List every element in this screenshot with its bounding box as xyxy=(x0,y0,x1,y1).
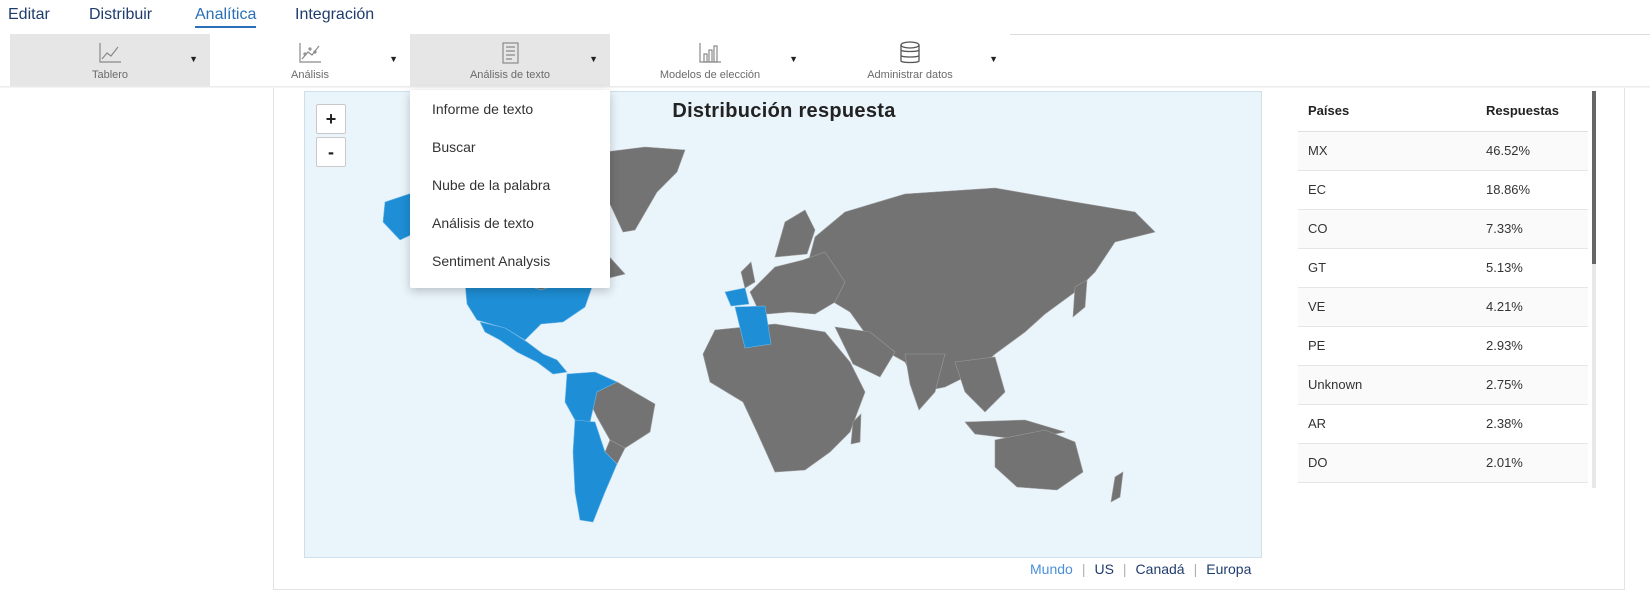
nav-distribuir[interactable]: Distribuir xyxy=(89,6,152,24)
menu-item-sentiment-analysis[interactable]: Sentiment Analysis xyxy=(410,242,610,280)
tool-label: Análisis de texto xyxy=(469,69,551,81)
country-australia xyxy=(994,429,1084,491)
bar-trend-icon xyxy=(699,43,721,63)
tool-analisis[interactable]: Análisis ▼ xyxy=(210,34,410,87)
country-uk xyxy=(740,261,756,289)
nav-integracion[interactable]: Integración xyxy=(295,6,374,24)
country-new-zealand xyxy=(1110,471,1124,503)
response-pct: 5.13% xyxy=(1478,248,1588,288)
zoom-out-button[interactable]: - xyxy=(316,137,346,167)
country-code: AR xyxy=(1298,404,1478,444)
tool-label: Modelos de elección xyxy=(659,69,761,81)
nav-analitica[interactable]: Analítica xyxy=(195,6,257,28)
toolbar-divider xyxy=(1010,34,1650,35)
text-analysis-icon xyxy=(502,42,519,64)
text-analysis-dropdown: Informe de texto Buscar Nube de la palab… xyxy=(410,90,610,288)
chevron-down-icon[interactable]: ▼ xyxy=(789,54,798,64)
response-pct: 4.21% xyxy=(1478,287,1588,327)
country-africa xyxy=(702,323,866,473)
countries-table: Países Respuestas MX 46.52% EC 18.86% CO 7.… xyxy=(1298,91,1588,483)
country-code: DO xyxy=(1298,443,1478,483)
top-nav: Editar Distribuir Analítica Integración xyxy=(0,0,1010,34)
chevron-down-icon[interactable]: ▼ xyxy=(989,54,998,64)
region-link-mundo[interactable]: Mundo xyxy=(1030,561,1073,577)
country-europe xyxy=(749,251,846,315)
separator: | xyxy=(1081,561,1086,577)
response-pct: 46.52% xyxy=(1478,131,1588,171)
menu-item-informe-texto[interactable]: Informe de texto xyxy=(410,90,610,128)
zoom-in-button[interactable]: + xyxy=(316,104,346,134)
country-code: EC xyxy=(1298,170,1478,210)
region-links: Mundo | US | Canadá | Europa xyxy=(1030,561,1251,577)
tool-label: Tablero xyxy=(91,69,129,81)
tool-label: Administrar datos xyxy=(867,69,953,81)
menu-item-analisis-texto[interactable]: Análisis de texto xyxy=(410,204,610,242)
table-row: DO 2.01% xyxy=(1298,443,1588,483)
chevron-down-icon[interactable]: ▼ xyxy=(389,54,398,64)
database-icon xyxy=(900,41,920,64)
tool-analisis-texto[interactable]: Análisis de texto ▼ xyxy=(410,34,610,87)
separator: | xyxy=(1193,561,1198,577)
table-header-row: Países Respuestas xyxy=(1298,91,1588,132)
toolbar: Tablero ▼ Análisis ▼ Análisis de texto ▼… xyxy=(10,34,1010,87)
column-header-paises[interactable]: Países xyxy=(1298,91,1478,132)
response-pct: 2.75% xyxy=(1478,365,1588,405)
response-pct: 7.33% xyxy=(1478,209,1588,249)
table-row: EC 18.86% xyxy=(1298,170,1588,210)
tool-label: Análisis xyxy=(291,69,329,81)
menu-item-buscar[interactable]: Buscar xyxy=(410,128,610,166)
country-code: VE xyxy=(1298,287,1478,327)
nav-editar[interactable]: Editar xyxy=(8,6,50,24)
chevron-down-icon[interactable]: ▼ xyxy=(589,54,598,64)
tool-tablero[interactable]: Tablero ▼ xyxy=(10,34,210,87)
countries-table-container: Países Respuestas MX 46.52% EC 18.86% CO 7.… xyxy=(1298,91,1595,488)
chevron-down-icon[interactable]: ▼ xyxy=(189,54,198,64)
menu-item-nube-palabra[interactable]: Nube de la palabra xyxy=(410,166,610,204)
response-pct: 2.01% xyxy=(1478,443,1588,483)
table-row: Unknown 2.75% xyxy=(1298,365,1588,405)
country-spain xyxy=(724,287,750,307)
table-row: GT 5.13% xyxy=(1298,248,1588,288)
country-code: MX xyxy=(1298,131,1478,171)
country-code: Unknown xyxy=(1298,365,1478,405)
table-row: MX 46.52% xyxy=(1298,131,1588,171)
country-greenland xyxy=(596,146,686,233)
country-code: CO xyxy=(1298,209,1478,249)
table-row: CO 7.33% xyxy=(1298,209,1588,249)
region-link-canada[interactable]: Canadá xyxy=(1136,561,1185,577)
country-code: PE xyxy=(1298,326,1478,366)
tool-modelos-eleccion[interactable]: Modelos de elección ▼ xyxy=(610,34,810,87)
response-pct: 2.38% xyxy=(1478,404,1588,444)
country-scandinavia xyxy=(774,209,816,258)
response-pct: 2.93% xyxy=(1478,326,1588,366)
scatter-chart-icon xyxy=(299,43,321,63)
column-header-respuestas[interactable]: Respuestas xyxy=(1478,91,1588,132)
separator: | xyxy=(1122,561,1127,577)
table-row: PE 2.93% xyxy=(1298,326,1588,366)
region-link-us[interactable]: US xyxy=(1094,561,1113,577)
table-row: VE 4.21% xyxy=(1298,287,1588,327)
country-se-asia xyxy=(954,356,1006,413)
response-pct: 18.86% xyxy=(1478,170,1588,210)
tool-administrar-datos[interactable]: Administrar datos ▼ xyxy=(810,34,1010,87)
region-link-europa[interactable]: Europa xyxy=(1206,561,1251,577)
line-chart-icon xyxy=(99,43,121,63)
country-code: GT xyxy=(1298,248,1478,288)
table-row: AR 2.38% xyxy=(1298,404,1588,444)
